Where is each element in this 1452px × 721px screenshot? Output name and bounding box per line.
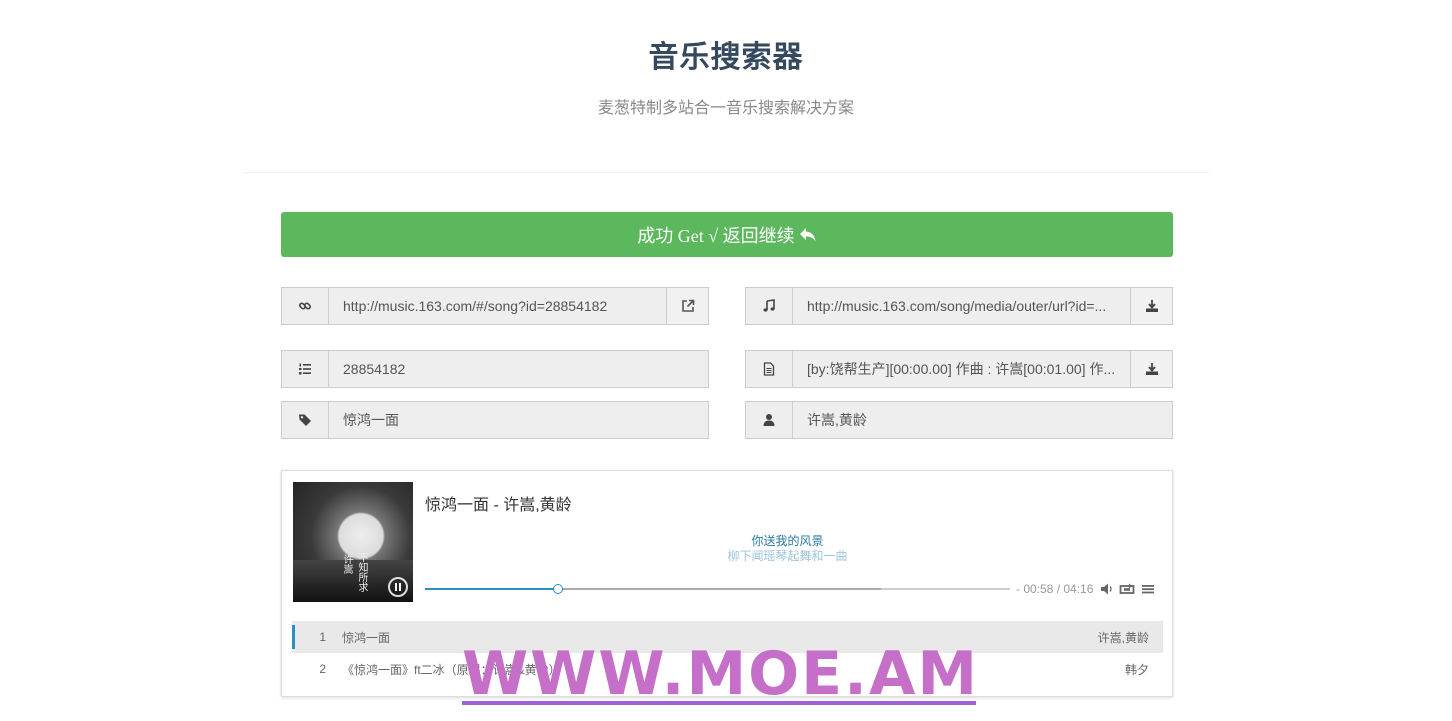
tag-icon <box>281 401 329 439</box>
cover-title-text: 不知所求 <box>356 552 367 592</box>
pause-button[interactable] <box>388 577 408 597</box>
menu-icon[interactable] <box>1141 582 1155 596</box>
song-link-input[interactable]: http://music.163.com/#/song?id=28854182 <box>329 287 667 325</box>
link-icon <box>281 287 329 325</box>
progress-played <box>425 588 558 590</box>
watermark-text: WWW.MOE.AM <box>462 639 980 709</box>
artist-input[interactable]: 许嵩,黄龄 <box>793 401 1173 439</box>
song-id-field: 28854182 <box>281 350 709 388</box>
watermark-underline <box>462 701 976 705</box>
lyric-next-line: 柳下闻瑶琴起舞和一曲 <box>727 549 848 563</box>
audio-url-input[interactable]: http://music.163.com/song/media/outer/ur… <box>793 287 1131 325</box>
progress-thumb[interactable] <box>552 584 563 594</box>
open-link-button[interactable] <box>667 287 709 325</box>
download-icon <box>1145 363 1158 375</box>
music-note-icon <box>745 287 793 325</box>
player-song-title: 惊鸿一面 - 许嵩,黄龄 <box>425 497 572 514</box>
download-audio-button[interactable] <box>1131 287 1173 325</box>
artist-field: 许嵩,黄龄 <box>745 401 1173 439</box>
pause-icon-bar <box>399 583 401 591</box>
pause-icon <box>395 583 397 591</box>
time-display: - 00:58 / 04:16 <box>1016 582 1094 596</box>
download-icon <box>1145 300 1158 312</box>
album-cover: 不知所求 许嵩 <box>293 482 413 602</box>
file-text-icon <box>745 350 793 388</box>
volume-icon[interactable] <box>1100 582 1114 596</box>
audio-url-field: http://music.163.com/song/media/outer/ur… <box>745 287 1173 325</box>
list-ol-icon <box>281 350 329 388</box>
active-indicator <box>292 625 295 649</box>
external-link-icon <box>681 299 694 312</box>
playlist-item-number: 2 <box>319 662 326 676</box>
song-name-input[interactable]: 惊鸿一面 <box>329 401 709 439</box>
page-subtitle: 麦葱特制多站合一音乐搜索解决方案 <box>597 100 854 117</box>
reply-icon <box>799 227 816 241</box>
playlist-item-number: 1 <box>319 630 326 644</box>
progress-bar[interactable] <box>425 584 1010 594</box>
lyrics-field: [by:饶帮生产][00:00.00] 作曲 : 许嵩[00:01.00] 作.… <box>745 350 1173 388</box>
cover-artist-text: 许嵩 <box>341 554 352 574</box>
header-divider <box>244 172 1209 173</box>
song-id-input[interactable]: 28854182 <box>329 350 709 388</box>
song-link-field: http://music.163.com/#/song?id=28854182 <box>281 287 709 325</box>
success-return-button[interactable]: 成功 Get √ 返回继续 <box>281 212 1173 257</box>
playlist-item-artist: 韩夕 <box>1124 662 1149 677</box>
success-button-label: 成功 Get √ 返回继续 <box>637 225 795 246</box>
playlist-item-artist: 许嵩,黄龄 <box>1097 630 1149 645</box>
song-name-field: 惊鸿一面 <box>281 401 709 439</box>
download-lyrics-button[interactable] <box>1131 350 1173 388</box>
loop-icon[interactable] <box>1119 582 1135 596</box>
user-icon <box>745 401 793 439</box>
lyrics-input[interactable]: [by:饶帮生产][00:00.00] 作曲 : 许嵩[00:01.00] 作.… <box>793 350 1131 388</box>
page-title: 音乐搜索器 <box>648 41 804 74</box>
